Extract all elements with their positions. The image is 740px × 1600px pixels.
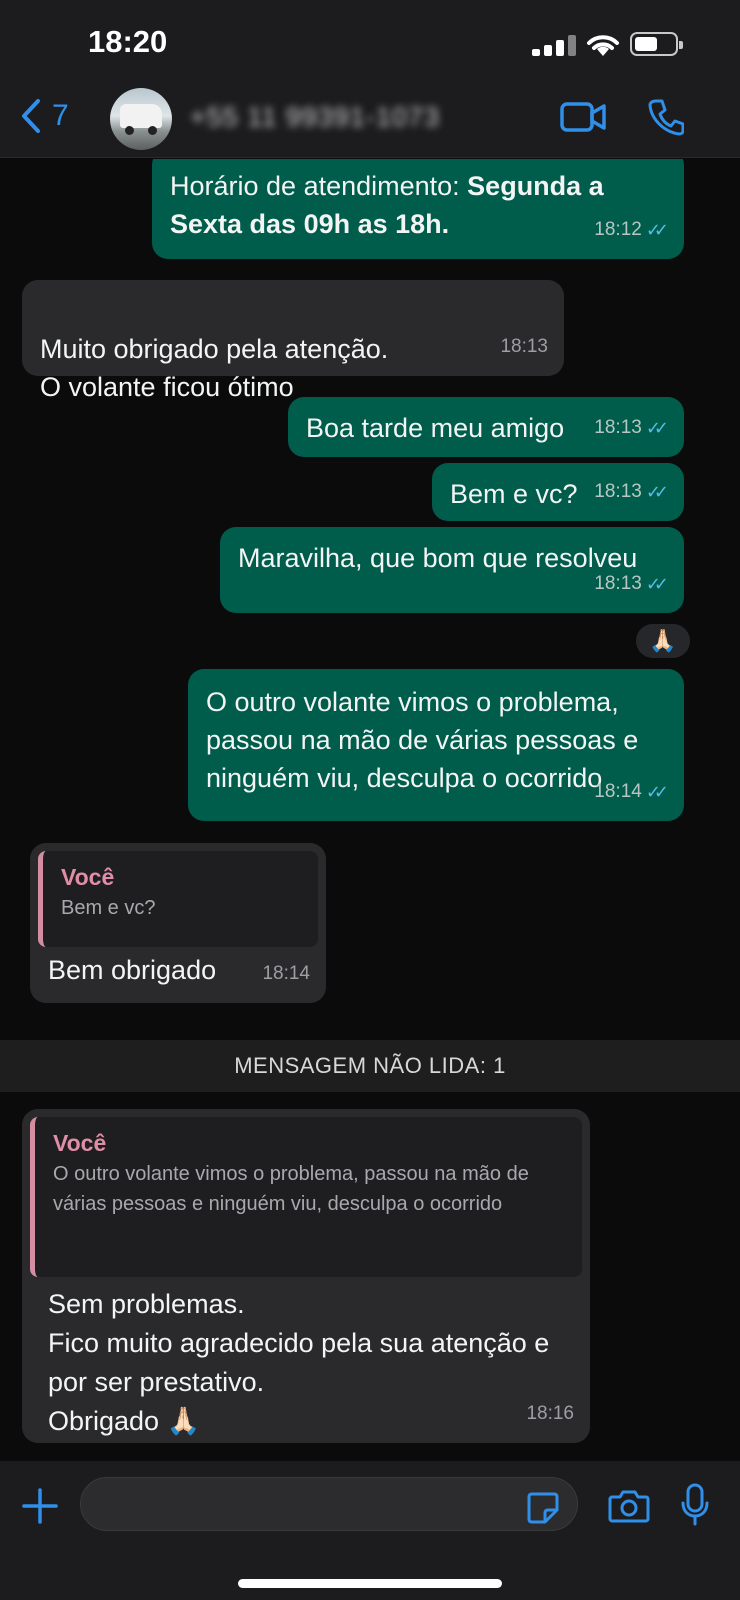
message-composer [0,1461,740,1600]
contact-avatar[interactable] [110,88,172,150]
chat-area[interactable]: Horário de atendimento: Segunda a Sexta … [0,159,740,1461]
message-time: 18:14 [594,781,642,802]
message-time: 18:13 [594,573,642,594]
message-text: O outro volante vimos o problema, passou… [206,687,639,793]
message-time: 18:13 [500,336,548,357]
message-outgoing[interactable]: Boa tarde meu amigo 18:13 ✓✓ [288,397,684,457]
message-text: Bem e vc? [450,479,578,509]
quoted-message[interactable]: Você O outro volante vimos o problema, p… [30,1117,582,1277]
message-text: Muito obrigado pela atenção. O volante f… [40,334,389,402]
cellular-signal-icon [532,34,578,56]
double-check-icon: ✓✓ [645,574,669,594]
microphone-icon[interactable] [680,1483,710,1527]
double-check-icon: ✓✓ [645,782,669,802]
video-call-icon[interactable] [560,100,606,134]
quoted-text: O outro volante vimos o problema, passou… [53,1163,529,1215]
wifi-icon [587,35,619,56]
quoted-author: Você [61,864,115,890]
message-time: 18:14 [262,963,310,984]
message-incoming-reply[interactable]: Você O outro volante vimos o problema, p… [22,1109,590,1443]
reaction-badge[interactable]: 🙏🏻 [634,622,692,660]
double-check-icon: ✓✓ [645,418,669,438]
message-outgoing[interactable]: O outro volante vimos o problema, passou… [188,669,684,821]
message-time: 18:13 [594,481,642,502]
double-check-icon: ✓✓ [645,220,669,240]
battery-icon [630,32,683,56]
plus-icon[interactable] [22,1485,58,1531]
camera-icon[interactable] [608,1489,650,1523]
back-chevron-icon [22,99,40,133]
message-outgoing[interactable]: Horário de atendimento: Segunda a Sexta … [152,159,684,259]
message-time: 18:12 [594,219,642,240]
double-check-icon: ✓✓ [645,482,669,502]
quoted-text: Bem e vc? [61,897,156,919]
message-outgoing[interactable]: Bem e vc? 18:13 ✓✓ [432,463,684,521]
status-time: 18:20 [88,24,168,59]
message-incoming[interactable]: Muito obrigado pela atenção. O volante f… [22,280,564,402]
message-time: 18:13 [594,417,642,438]
quoted-message[interactable]: Você Bem e vc? [38,851,318,947]
unread-chats-count: 7 [52,99,69,132]
message-time: 18:16 [526,1403,574,1424]
message-text: Horário de atendimento: [170,171,468,201]
unread-messages-banner: MENSAGEM NÃO LIDA: 1 [0,1040,740,1092]
back-button[interactable]: 7 [20,98,69,134]
home-indicator [238,1579,502,1588]
quoted-author: Você [53,1130,107,1156]
message-text: Boa tarde meu amigo [306,413,565,443]
chat-header: 7 +55 11 99391-1073 [0,88,740,158]
message-incoming-reply[interactable]: Você Bem e vc? Bem obrigado 18:14 [30,843,326,1003]
message-text: Sem problemas. Fico muito agradecido pel… [48,1289,550,1436]
sticker-icon[interactable] [526,1491,560,1525]
contact-name[interactable]: +55 11 99391-1073 [190,102,440,133]
message-input[interactable] [80,1477,578,1531]
phone-icon[interactable] [648,98,684,136]
status-bar: 18:20 [0,0,740,88]
message-outgoing[interactable]: Maravilha, que bom que resolveu 18:13 ✓✓ [220,527,684,613]
message-text: Maravilha, que bom que resolveu [238,543,638,573]
